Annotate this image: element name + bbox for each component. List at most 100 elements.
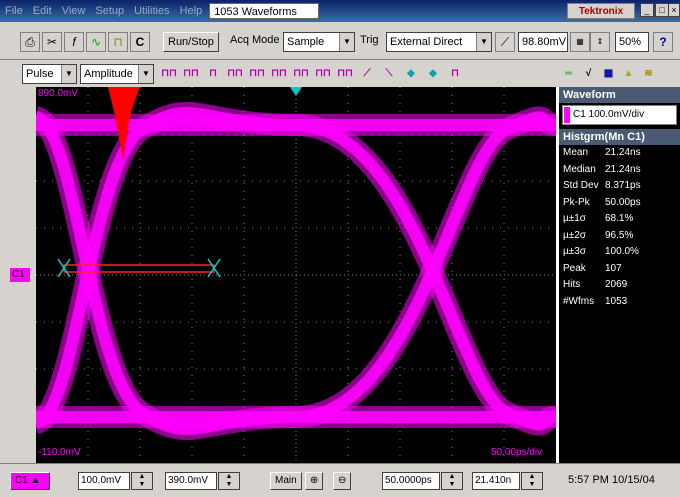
channel-color-chip [564, 107, 570, 123]
stat-label: Median [563, 163, 596, 175]
stat-label: µ±2σ [563, 229, 586, 241]
offset-spinner[interactable]: ▲ ▼ [218, 472, 240, 490]
timebase-field[interactable]: 50.0000ps [382, 472, 440, 490]
channel-label: C1 [15, 475, 28, 486]
trig-value: External Direct [390, 36, 463, 48]
window-handle-left [57, 258, 71, 278]
stat-label: µ±3σ [563, 246, 586, 257]
trig-select[interactable]: External Direct ▼ [386, 32, 492, 52]
stat-label: Peak [563, 262, 586, 274]
eye-height-icon[interactable]: ◆ [424, 65, 442, 83]
time-div-label: 50.00ps/div [491, 447, 543, 458]
vertical-scale-field[interactable]: 100.0mV [78, 472, 130, 490]
trig-label: Trig [360, 34, 379, 46]
mean-meas-icon[interactable]: ⊓⊓ [248, 65, 266, 83]
histogram-icon[interactable]: ▲ [619, 65, 638, 83]
histogram-stats: Mean 21.24ns Median 21.24ns Std Dev 8.371ps Pk… [559, 145, 680, 310]
eye-trace-core [36, 111, 297, 435]
cursor-icon[interactable]: ═ [559, 65, 578, 83]
custom-meas-icon[interactable]: ⊓ [446, 65, 464, 83]
window-handle-right [207, 258, 221, 278]
stat-row: Peak 107 [559, 261, 680, 278]
main-button[interactable]: Main [270, 472, 302, 490]
stat-value: 8.371ps [605, 180, 641, 191]
min-meas-icon[interactable]: ⊓⊓ [292, 65, 310, 83]
main-toolbar: ⎙ ✂ f ∿ ⊓ C Run/Stop Acq Mode Sample ▼ T… [0, 22, 680, 60]
measurement-icon[interactable]: ≋ [639, 65, 658, 83]
chevron-down-icon: ▼ [339, 33, 354, 51]
chevron-down-icon: ▼ [138, 65, 153, 83]
stat-row: Std Dev 8.371ps [559, 178, 680, 195]
menu-setup[interactable]: Setup [90, 5, 129, 17]
meas-type-select[interactable]: Amplitude ▼ [80, 64, 154, 84]
tools-icon[interactable]: ✂ [42, 32, 62, 52]
spinner-icon[interactable]: ⇕ [590, 32, 610, 52]
meas-category-select[interactable]: Pulse ▼ [22, 64, 77, 84]
menu-view[interactable]: View [57, 5, 91, 17]
stat-row: Hits 2069 [559, 277, 680, 294]
stat-label: #Wfms [563, 295, 595, 307]
channel-button[interactable]: C1 ▲ [10, 472, 50, 490]
grid-icon[interactable]: ▦ [599, 65, 618, 83]
waveform-readout-icon[interactable]: √ [579, 65, 598, 83]
amplitude-meas-icon[interactable]: ⊓⊓ [160, 65, 178, 83]
minimize-button[interactable]: _ [640, 3, 654, 17]
timebase-spinner[interactable]: ▲ ▼ [441, 472, 463, 490]
maximize-button[interactable]: □ [655, 3, 669, 17]
eye-trace-band [295, 106, 556, 428]
stat-row: #Wfms 1053 [559, 294, 680, 311]
help-icon[interactable]: ? [653, 32, 673, 52]
stat-row: µ±1σ 68.1% [559, 211, 680, 228]
stat-row: Mean 21.24ns [559, 145, 680, 162]
position-field[interactable]: 21.410n [472, 472, 520, 490]
overshoot-meas-icon[interactable]: ⊓⊓ [336, 65, 354, 83]
menu-help[interactable]: Help [175, 5, 208, 17]
zoom-field[interactable]: 50% [615, 32, 649, 52]
readout-panel: ═ √ ▦ ▲ ≋ Waveform C1 100.0mV/div Histgr… [559, 60, 680, 463]
vertical-offset-field[interactable]: 390.0mV [165, 472, 217, 490]
zoom-out-icon[interactable]: ⊖ [333, 472, 352, 490]
meas-type-value: Amplitude [84, 68, 133, 80]
eye-trace-band [36, 106, 297, 440]
menu-utilities[interactable]: Utilities [129, 5, 174, 17]
readout-toolbar: ═ √ ▦ ▲ ≋ [559, 60, 680, 87]
tektronix-logo: Tektronix [567, 3, 635, 19]
waveform-count-field: 1053 Waveforms [209, 3, 320, 19]
stat-row: µ±3σ 100.0% [559, 244, 680, 261]
stat-row: µ±2σ 96.5% [559, 228, 680, 245]
stat-row: Median 21.24ns [559, 162, 680, 179]
menu-edit[interactable]: Edit [28, 5, 57, 17]
keypad-icon[interactable]: ▦ [570, 32, 590, 52]
trig-level-field[interactable]: 98.80mV [518, 32, 568, 52]
scale-spinner[interactable]: ▲ ▼ [131, 472, 153, 490]
low-meas-icon[interactable]: ⊓ [204, 65, 222, 83]
eye-trace-core [36, 107, 297, 429]
high-meas-icon[interactable]: ⊓⊓ [182, 65, 200, 83]
position-spinner[interactable]: ▲ ▼ [521, 472, 543, 490]
channel-marker[interactable]: C1 [10, 268, 30, 282]
close-button[interactable]: × [668, 3, 680, 17]
stat-label: µ±1σ [563, 213, 586, 224]
pulse-icon[interactable]: ⊓ [108, 32, 128, 52]
waveform-selector[interactable]: C1 100.0mV/div [562, 105, 677, 125]
trigger-slope-icon[interactable]: ⟋ [495, 32, 515, 52]
top-scale-label: 890.0mV [38, 88, 79, 99]
acq-mode-select[interactable]: Sample ▼ [283, 32, 355, 52]
menu-file[interactable]: File [0, 5, 28, 17]
eye-trace-band [36, 102, 297, 434]
waveform-display[interactable]: 890.0mV -110.0mV 50.00ps/div [36, 87, 556, 463]
function-icon[interactable]: f [64, 32, 84, 52]
rms-meas-icon[interactable]: ⊓⊓ [226, 65, 244, 83]
pkpk-meas-icon[interactable]: ⊓⊓ [314, 65, 332, 83]
fall-meas-icon[interactable]: ⟍ [380, 65, 398, 83]
zoom-in-icon[interactable]: ⊕ [305, 472, 324, 490]
eye-meas-icon[interactable]: ◆ [402, 65, 420, 83]
max-meas-icon[interactable]: ⊓⊓ [270, 65, 288, 83]
clear-button[interactable]: C [130, 32, 150, 52]
print-icon[interactable]: ⎙ [20, 32, 40, 52]
run-stop-button[interactable]: Run/Stop [163, 32, 219, 52]
waveform-value: C1 100.0mV/div [573, 109, 645, 120]
left-marker-strip: C1 [0, 87, 36, 463]
rise-meas-icon[interactable]: ⟋ [358, 65, 376, 83]
waveform-icon[interactable]: ∿ [86, 32, 106, 52]
